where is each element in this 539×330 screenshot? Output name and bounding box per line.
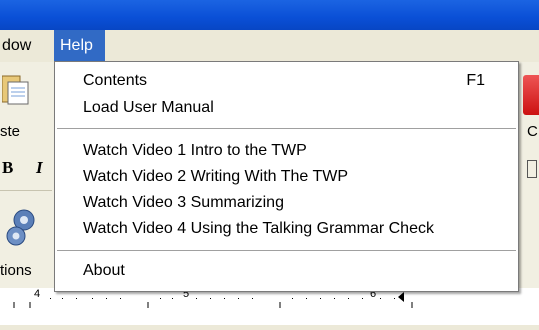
- shortcut-label: F1: [466, 72, 485, 89]
- menu-help[interactable]: Help: [54, 30, 105, 62]
- stop-icon[interactable]: [523, 75, 539, 115]
- menu-bar: dow Help: [0, 30, 539, 63]
- menu-separator: [57, 250, 516, 251]
- menu-item-video-1[interactable]: Watch Video 1 Intro to the TWP: [83, 140, 307, 162]
- gear-icon[interactable]: [2, 206, 42, 248]
- paste-button-label[interactable]: ste: [0, 123, 20, 140]
- options-button-label[interactable]: tions: [0, 262, 32, 279]
- paste-icon[interactable]: [2, 72, 32, 106]
- menu-item-video-3[interactable]: Watch Video 3 Summarizing: [83, 192, 284, 214]
- help-menu-dropdown: Contents F1 Load User Manual Watch Video…: [54, 61, 519, 292]
- toolbar-right-label[interactable]: C: [527, 123, 538, 140]
- menu-item-video-4[interactable]: Watch Video 4 Using the Talking Grammar …: [83, 218, 434, 240]
- title-bar: [0, 0, 539, 30]
- italic-button[interactable]: I: [36, 158, 43, 178]
- indent-marker-icon[interactable]: [398, 292, 404, 302]
- menu-item-video-2[interactable]: Watch Video 2 Writing With The TWP: [83, 166, 348, 188]
- bold-button[interactable]: B: [2, 158, 13, 178]
- ruler-mark-4: 4: [34, 288, 41, 300]
- toolbar-separator: [0, 190, 52, 191]
- menu-separator: [57, 128, 516, 129]
- ruler[interactable]: 4 5 6: [0, 288, 539, 325]
- menu-item-label: Contents: [83, 72, 148, 89]
- menu-item-contents[interactable]: Contents F1: [83, 70, 503, 92]
- menu-window[interactable]: dow: [0, 30, 36, 62]
- menu-item-load-user-manual[interactable]: Load User Manual: [83, 97, 214, 119]
- toolbar-right-box[interactable]: [527, 160, 537, 178]
- menu-item-about[interactable]: About: [83, 260, 125, 282]
- ruler-ticks: [13, 292, 413, 308]
